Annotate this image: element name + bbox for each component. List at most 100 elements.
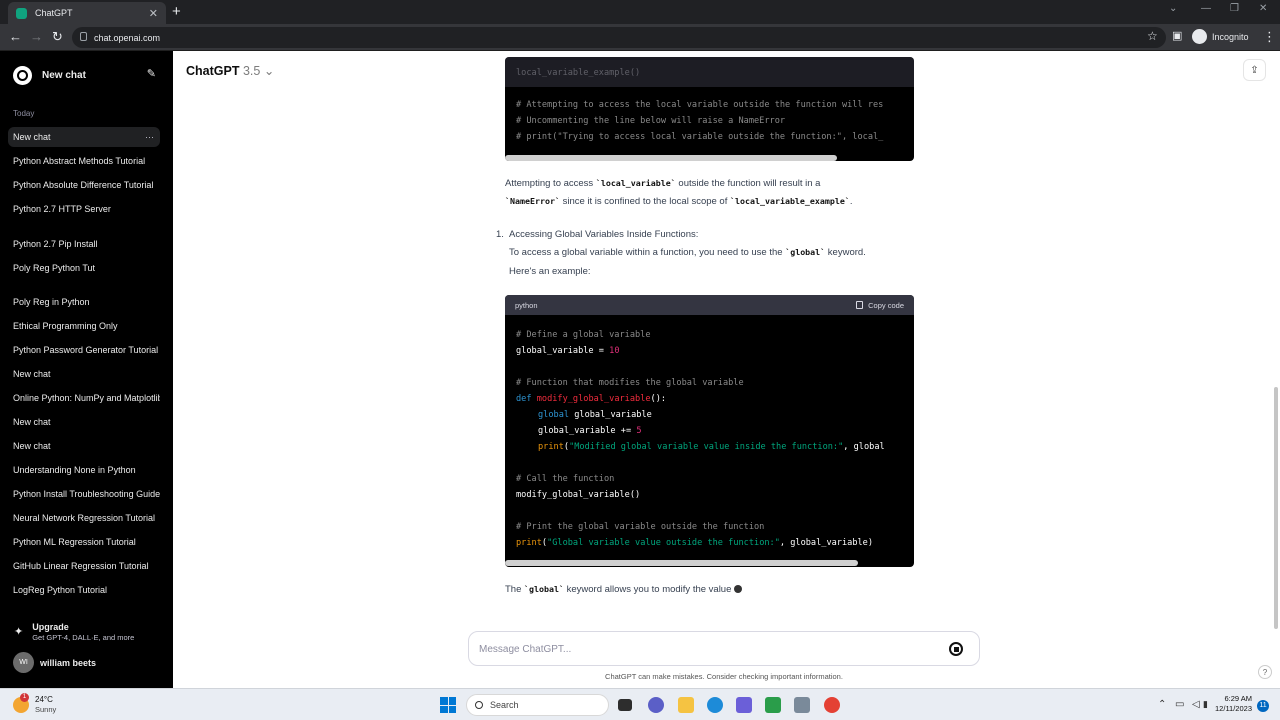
- chat-history-item[interactable]: Understanding None in Python: [8, 460, 160, 480]
- back-icon[interactable]: ←: [9, 29, 22, 44]
- code-line: global_variable += 5: [538, 426, 642, 436]
- chat-history-item[interactable]: GitHub Linear Regression Tutorial: [8, 556, 160, 576]
- incognito-indicator[interactable]: Incognito: [1192, 29, 1249, 44]
- more-options-icon[interactable]: ···: [145, 127, 154, 147]
- paragraph: The `global` keyword allows you to modif…: [505, 584, 743, 595]
- tab-close-icon[interactable]: ✕: [149, 7, 158, 20]
- horizontal-scrollbar[interactable]: [505, 155, 837, 161]
- address-bar[interactable]: chat.openai.com: [72, 27, 1166, 48]
- share-icon[interactable]: ⇪: [1243, 59, 1266, 81]
- chat-history-item[interactable]: New chat: [8, 436, 160, 456]
- weather-condition: Sunny: [35, 705, 57, 714]
- code-block: python Copy code # Define a global varia…: [505, 295, 914, 567]
- search-icon: [475, 701, 483, 709]
- code-line: # print("Trying to access local variable…: [516, 132, 884, 142]
- chat-history-item[interactable]: Python Install Troubleshooting Guide: [8, 484, 160, 504]
- paragraph: To access a global variable within a fun…: [509, 247, 866, 258]
- chat-history-item[interactable]: Python Absolute Difference Tutorial: [8, 175, 160, 195]
- chat-history-item[interactable]: Ethical Programming Only: [8, 316, 160, 336]
- new-chat-label: New chat: [42, 69, 86, 81]
- weather-badge: 1: [20, 693, 29, 702]
- excel-app-icon[interactable]: [765, 697, 781, 713]
- window-close-icon[interactable]: ✕: [1259, 3, 1267, 14]
- paragraph: Attempting to access `local_variable` ou…: [505, 178, 821, 189]
- network-app-icon[interactable]: [794, 697, 810, 713]
- horizontal-scrollbar[interactable]: [505, 560, 858, 566]
- incognito-label: Incognito: [1212, 31, 1249, 42]
- sidebar-fade: [0, 597, 173, 615]
- chat-app-icon[interactable]: [648, 697, 664, 713]
- copy-code-button[interactable]: Copy code: [856, 301, 904, 310]
- notification-badge[interactable]: 11: [1257, 700, 1269, 712]
- chat-history-item[interactable]: Python ML Regression Tutorial: [8, 532, 160, 552]
- paragraph: `NameError` since it is confined to the …: [505, 196, 853, 207]
- code-line: # Print the global variable outside the …: [516, 522, 765, 532]
- file-explorer-icon[interactable]: [678, 697, 694, 713]
- paragraph: Here's an example:: [509, 266, 591, 277]
- clock-date: 12/11/2023: [1215, 704, 1252, 713]
- browser-tab-bar: ChatGPT ✕ + ⌄ — ❐ ✕: [0, 0, 1280, 24]
- tray-expand-icon[interactable]: ⌃: [1158, 699, 1166, 710]
- upgrade-title: Upgrade: [32, 622, 69, 632]
- minimize-icon[interactable]: —: [1201, 3, 1211, 14]
- battery-icon[interactable]: ▮: [1203, 699, 1208, 710]
- chat-history-item[interactable]: New chat: [8, 412, 160, 432]
- chrome-browser-icon[interactable]: [824, 697, 840, 713]
- edge-browser-icon[interactable]: [707, 697, 723, 713]
- chat-history-item[interactable]: Python Password Generator Tutorial: [8, 340, 160, 360]
- weather-widget[interactable]: 1 24°C Sunny: [13, 693, 57, 715]
- code-line: print("Modified global variable value in…: [538, 442, 885, 452]
- message-input[interactable]: [479, 641, 929, 658]
- taskbar-search[interactable]: Search: [466, 694, 609, 716]
- upgrade-button[interactable]: ✦ Upgrade Get GPT-4, DALL·E, and more: [14, 622, 134, 642]
- code-line: def modify_global_variable():: [516, 394, 667, 404]
- bookmark-star-icon[interactable]: ☆: [1147, 29, 1158, 43]
- chat-history-item[interactable]: New chat: [8, 364, 160, 384]
- tab-search-icon[interactable]: ⌄: [1169, 3, 1177, 14]
- vpn-app-icon[interactable]: [736, 697, 752, 713]
- restore-icon[interactable]: ❐: [1230, 3, 1239, 14]
- sparkle-icon: ✦: [14, 626, 24, 638]
- new-tab-icon[interactable]: +: [172, 3, 181, 20]
- taskbar-search-label: Search: [490, 700, 519, 710]
- chat-history-item[interactable]: Neural Network Regression Tutorial: [8, 508, 160, 528]
- browser-tab[interactable]: ChatGPT ✕: [8, 2, 166, 24]
- task-view-icon[interactable]: [618, 699, 632, 711]
- code-line: # Uncommenting the line below will raise…: [516, 116, 786, 126]
- lock-icon: [80, 32, 87, 41]
- message-composer: [468, 631, 980, 666]
- stop-icon: [953, 646, 959, 652]
- forward-icon[interactable]: →: [30, 29, 43, 44]
- chat-history-item[interactable]: Python 2.7 Pip Install: [8, 234, 160, 254]
- chat-history-item[interactable]: Python 2.7 HTTP Server: [8, 199, 160, 219]
- code-line: modify_global_variable(): [516, 490, 641, 500]
- new-chat-button[interactable]: New chat ✎: [8, 63, 160, 87]
- section-today: Today: [13, 109, 35, 118]
- side-panel-icon[interactable]: ▣: [1172, 29, 1182, 42]
- user-name: william beets: [40, 657, 97, 668]
- network-status-icon[interactable]: ▭: [1175, 699, 1184, 710]
- sun-icon: 1: [13, 693, 29, 713]
- chat-history-item[interactable]: Poly Reg Python Tut: [8, 258, 160, 278]
- vertical-scrollbar[interactable]: [1274, 387, 1278, 629]
- user-menu[interactable]: WI william beets: [13, 652, 96, 673]
- code-line: local_variable_example(): [516, 68, 641, 78]
- reload-icon[interactable]: ↻: [52, 29, 63, 45]
- volume-icon[interactable]: ◁: [1192, 699, 1200, 710]
- chat-history-item[interactable]: Poly Reg in Python: [8, 292, 160, 312]
- openai-logo-icon: [13, 65, 32, 85]
- chat-history-item[interactable]: Python Abstract Methods Tutorial: [8, 151, 160, 171]
- system-clock[interactable]: 6:29 AM 12/11/2023: [1212, 694, 1252, 714]
- code-header: python Copy code: [505, 295, 914, 315]
- stop-generating-button[interactable]: [949, 642, 963, 656]
- edit-icon[interactable]: ✎: [147, 67, 156, 80]
- browser-menu-icon[interactable]: ⋮: [1263, 29, 1276, 45]
- incognito-icon: [1192, 29, 1207, 44]
- windows-start-icon[interactable]: [440, 697, 456, 713]
- chat-history-item[interactable]: New chat ···: [8, 127, 160, 147]
- taskbar: 1 24°C Sunny Search ⌃ ▭ ◁ ▮ 6:29 AM 12/1…: [0, 688, 1280, 720]
- help-button[interactable]: ?: [1258, 665, 1272, 679]
- model-selector[interactable]: ChatGPT 3.5 ⌄: [186, 63, 274, 78]
- chat-history-item[interactable]: Online Python: NumPy and Matplotlib: [8, 388, 160, 408]
- code-line: global global_variable: [538, 410, 652, 420]
